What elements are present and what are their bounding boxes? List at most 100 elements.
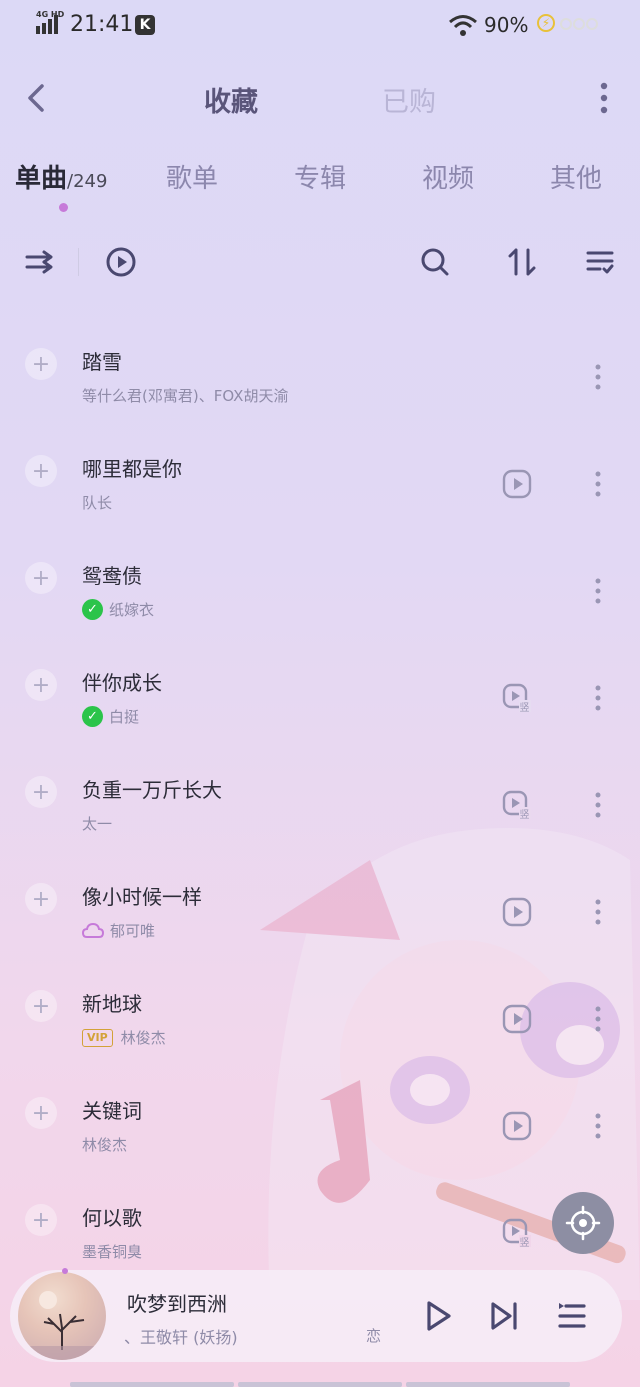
verified-check-icon: ✓ [82,599,103,620]
tab-others[interactable]: 其他 [550,158,602,195]
tab-playlists[interactable]: 歌单 [166,158,218,195]
music-video-icon[interactable] [502,1111,532,1141]
verified-check-icon: ✓ [82,706,103,727]
add-icon[interactable]: + [25,990,57,1022]
song-title: 鸳鸯债 [82,564,142,588]
song-artist: 太一 [82,815,113,833]
song-row[interactable]: + 鸳鸯债 ✓ 纸嫁衣 [0,530,640,637]
song-artist: 郁可唯 [82,920,155,941]
next-track-icon [491,1302,517,1330]
song-more-icon[interactable] [588,576,608,606]
song-artist: 林俊杰 [82,1136,128,1154]
play-button[interactable] [416,1294,460,1338]
song-artist: ✓ 纸嫁衣 [82,599,154,620]
clock: 21:41 [70,12,134,37]
add-icon[interactable]: + [25,455,57,487]
play-icon [427,1301,451,1331]
song-row[interactable]: + 关键词 林俊杰 [0,1065,640,1172]
tab-favorites[interactable]: 收藏 [204,80,258,119]
play-all-icon [106,247,136,277]
home-indicator [70,1382,570,1387]
song-more-icon[interactable] [588,362,608,392]
song-row[interactable]: + 何以歌 墨香铜臭 竖 [0,1172,640,1279]
svg-text:竖: 竖 [520,702,530,713]
header: 收藏 已购 [0,60,640,136]
album-art-tree [18,1291,106,1360]
locate-icon [565,1205,601,1241]
locate-current-song-button[interactable] [552,1192,614,1254]
toolbar [0,236,640,288]
mini-player[interactable]: 吹梦到西洲 、王敬轩 (妖扬) 恋 [10,1268,622,1362]
song-row[interactable]: + 哪里都是你 队长 [0,423,640,530]
toolbar-divider [78,248,79,276]
add-icon[interactable]: + [25,776,57,808]
more-options-icon[interactable] [590,78,618,118]
sort-button[interactable] [502,242,542,282]
vertical-video-icon[interactable]: 竖 [502,1218,532,1248]
music-video-icon[interactable] [502,1004,532,1034]
song-title: 踏雪 [82,350,122,374]
song-more-icon[interactable] [588,897,608,927]
home-indicator-segment [238,1382,402,1387]
battery-level: 90% [484,13,529,37]
add-icon[interactable]: + [25,562,57,594]
song-artist: ✓ 白挺 [82,706,139,727]
song-more-icon[interactable] [588,469,608,499]
play-all-button[interactable] [101,242,141,282]
song-artist: 等什么君(邓寓君)、FOX胡天渝 [82,387,289,405]
status-bar: 4G HD 21:41 K 90% ⚡ [0,0,640,52]
vip-badge: VIP [82,1028,113,1047]
add-icon[interactable]: + [25,348,57,380]
category-tabs: 单曲/249 歌单 专辑 视频 其他 [0,158,640,218]
song-row[interactable]: + 负重一万斤长大 太一 竖 [0,744,640,851]
song-title: 像小时候一样 [82,885,202,909]
song-row[interactable]: + 像小时候一样 郁可唯 [0,851,640,958]
music-video-icon[interactable] [502,897,532,927]
manage-list-button[interactable] [580,242,620,282]
now-playing-lyric: 恋 [366,1327,382,1345]
song-row[interactable]: + 伴你成长 ✓ 白挺 竖 [0,637,640,744]
song-more-icon[interactable] [588,683,608,713]
playlist-button[interactable] [550,1294,594,1338]
wifi-icon [449,15,477,36]
vertical-video-icon[interactable]: 竖 [502,683,532,713]
music-video-icon[interactable] [502,469,532,499]
tab-singles[interactable]: 单曲/249 [15,158,107,195]
song-artist: 队长 [82,494,113,512]
song-title: 哪里都是你 [82,457,182,481]
home-indicator-segment [70,1382,234,1387]
add-icon[interactable]: + [25,669,57,701]
add-icon[interactable]: + [25,1097,57,1129]
playing-indicator [62,1268,68,1274]
vertical-video-icon[interactable]: 竖 [502,790,532,820]
album-cover[interactable] [18,1272,106,1360]
back-icon[interactable] [18,78,54,118]
song-more-icon[interactable] [588,1111,608,1141]
shuffle-button[interactable] [20,242,60,282]
song-title: 负重一万斤长大 [82,778,222,802]
song-row[interactable]: + 踏雪 等什么君(邓寓君)、FOX胡天渝 [0,316,640,423]
song-artist: VIP 林俊杰 [82,1027,166,1048]
tab-albums[interactable]: 专辑 [294,158,346,195]
song-row[interactable]: + 新地球 VIP 林俊杰 [0,958,640,1065]
tab-purchased[interactable]: 已购 [382,80,436,119]
song-title: 何以歌 [82,1206,142,1230]
cloud-icon [82,922,104,938]
next-button[interactable] [482,1294,526,1338]
charging-icon: ⚡ [537,14,555,32]
song-more-icon[interactable] [588,790,608,820]
svg-text:竖: 竖 [520,809,530,820]
singles-count: /249 [67,171,108,192]
song-title: 新地球 [82,992,142,1016]
song-more-icon[interactable] [588,1004,608,1034]
search-button[interactable] [415,242,455,282]
add-icon[interactable]: + [25,883,57,915]
song-title: 伴你成长 [82,671,162,695]
playlist-icon [558,1303,586,1328]
tab-videos[interactable]: 视频 [422,158,474,195]
song-title: 关键词 [82,1099,142,1123]
song-artist: 墨香铜臭 [82,1243,143,1261]
home-indicator-segment [406,1382,570,1387]
song-list: + 踏雪 等什么君(邓寓君)、FOX胡天渝 + 哪里都是你 队长 + 鸳鸯债 ✓… [0,316,640,1279]
add-icon[interactable]: + [25,1204,57,1236]
